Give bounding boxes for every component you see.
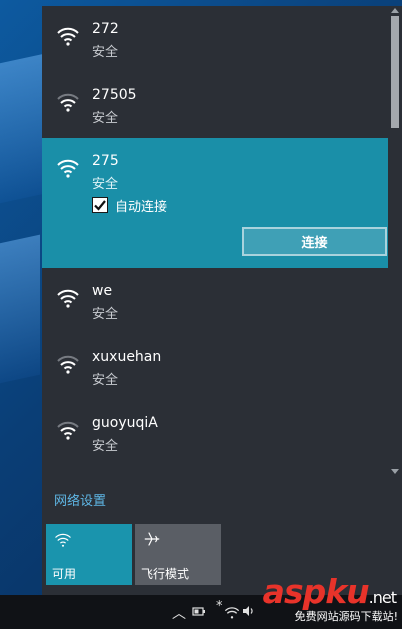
network-ssid: xuxuehan bbox=[92, 349, 162, 365]
network-flyout: 272 安全 27505 安全 275 安全 自动连接 连接 we 安全 xux… bbox=[42, 6, 402, 595]
connect-button[interactable]: 连接 bbox=[242, 227, 387, 256]
watermark-tagline: 免费网站源码下载站! bbox=[294, 610, 398, 623]
wifi-icon bbox=[55, 533, 71, 547]
auto-connect-label: 自动连接 bbox=[115, 199, 168, 215]
wifi-toggle-tile[interactable]: 可用 bbox=[46, 524, 132, 585]
network-ssid: 272 bbox=[92, 21, 119, 37]
auto-connect-checkbox[interactable] bbox=[92, 197, 108, 213]
airplane-icon bbox=[144, 532, 160, 546]
airplane-mode-tile[interactable]: 飞行模式 bbox=[135, 524, 221, 585]
watermark-logo: aspku.net bbox=[262, 572, 397, 611]
scroll-thumb[interactable] bbox=[391, 16, 399, 128]
wifi-signal-weak-icon bbox=[57, 421, 79, 440]
network-security: 安全 bbox=[92, 373, 119, 388]
airplane-tile-label: 飞行模式 bbox=[141, 567, 190, 581]
network-ssid: guoyuqiA bbox=[92, 415, 158, 431]
network-ssid: we bbox=[92, 283, 113, 299]
watermark: aspku.net 免费网站源码下载站! bbox=[228, 572, 402, 629]
network-security: 安全 bbox=[92, 307, 119, 322]
network-ssid: 27505 bbox=[92, 87, 137, 103]
network-list-scrollbar[interactable] bbox=[388, 6, 402, 484]
network-item[interactable]: 27505 安全 bbox=[42, 72, 388, 138]
show-hidden-icons-chevron-icon[interactable]: ︿ bbox=[172, 603, 186, 623]
scroll-up-arrow-icon[interactable] bbox=[391, 8, 399, 13]
wifi-signal-weak-icon bbox=[57, 355, 79, 374]
desktop-light-shard bbox=[0, 234, 40, 386]
wifi-signal-weak-icon bbox=[57, 93, 79, 112]
network-security: 安全 bbox=[92, 45, 119, 60]
tray-asterisk: * bbox=[216, 599, 223, 614]
network-security: 安全 bbox=[92, 111, 119, 126]
network-security: 安全 bbox=[92, 439, 119, 454]
network-item-selected[interactable]: 275 安全 自动连接 连接 bbox=[42, 138, 388, 268]
battery-icon[interactable] bbox=[192, 604, 206, 618]
network-item[interactable]: xuxuehan 安全 bbox=[42, 334, 388, 400]
wifi-signal-icon bbox=[57, 159, 79, 178]
network-ssid: 275 bbox=[92, 153, 119, 169]
network-item[interactable]: 272 安全 bbox=[42, 6, 388, 72]
wifi-signal-icon bbox=[57, 27, 79, 46]
scroll-down-arrow-icon[interactable] bbox=[391, 469, 399, 474]
network-settings-link[interactable]: 网络设置 bbox=[54, 490, 106, 509]
checkmark-icon bbox=[94, 200, 106, 211]
network-list: 272 安全 27505 安全 275 安全 自动连接 连接 we 安全 xux… bbox=[42, 6, 388, 484]
network-security: 安全 bbox=[92, 177, 119, 192]
network-item[interactable]: guoyuqiA 安全 bbox=[42, 400, 388, 466]
wifi-signal-icon bbox=[57, 289, 79, 308]
auto-connect-option[interactable]: 自动连接 bbox=[92, 196, 168, 215]
wifi-tile-label: 可用 bbox=[52, 567, 77, 581]
network-item[interactable]: we 安全 bbox=[42, 268, 388, 334]
